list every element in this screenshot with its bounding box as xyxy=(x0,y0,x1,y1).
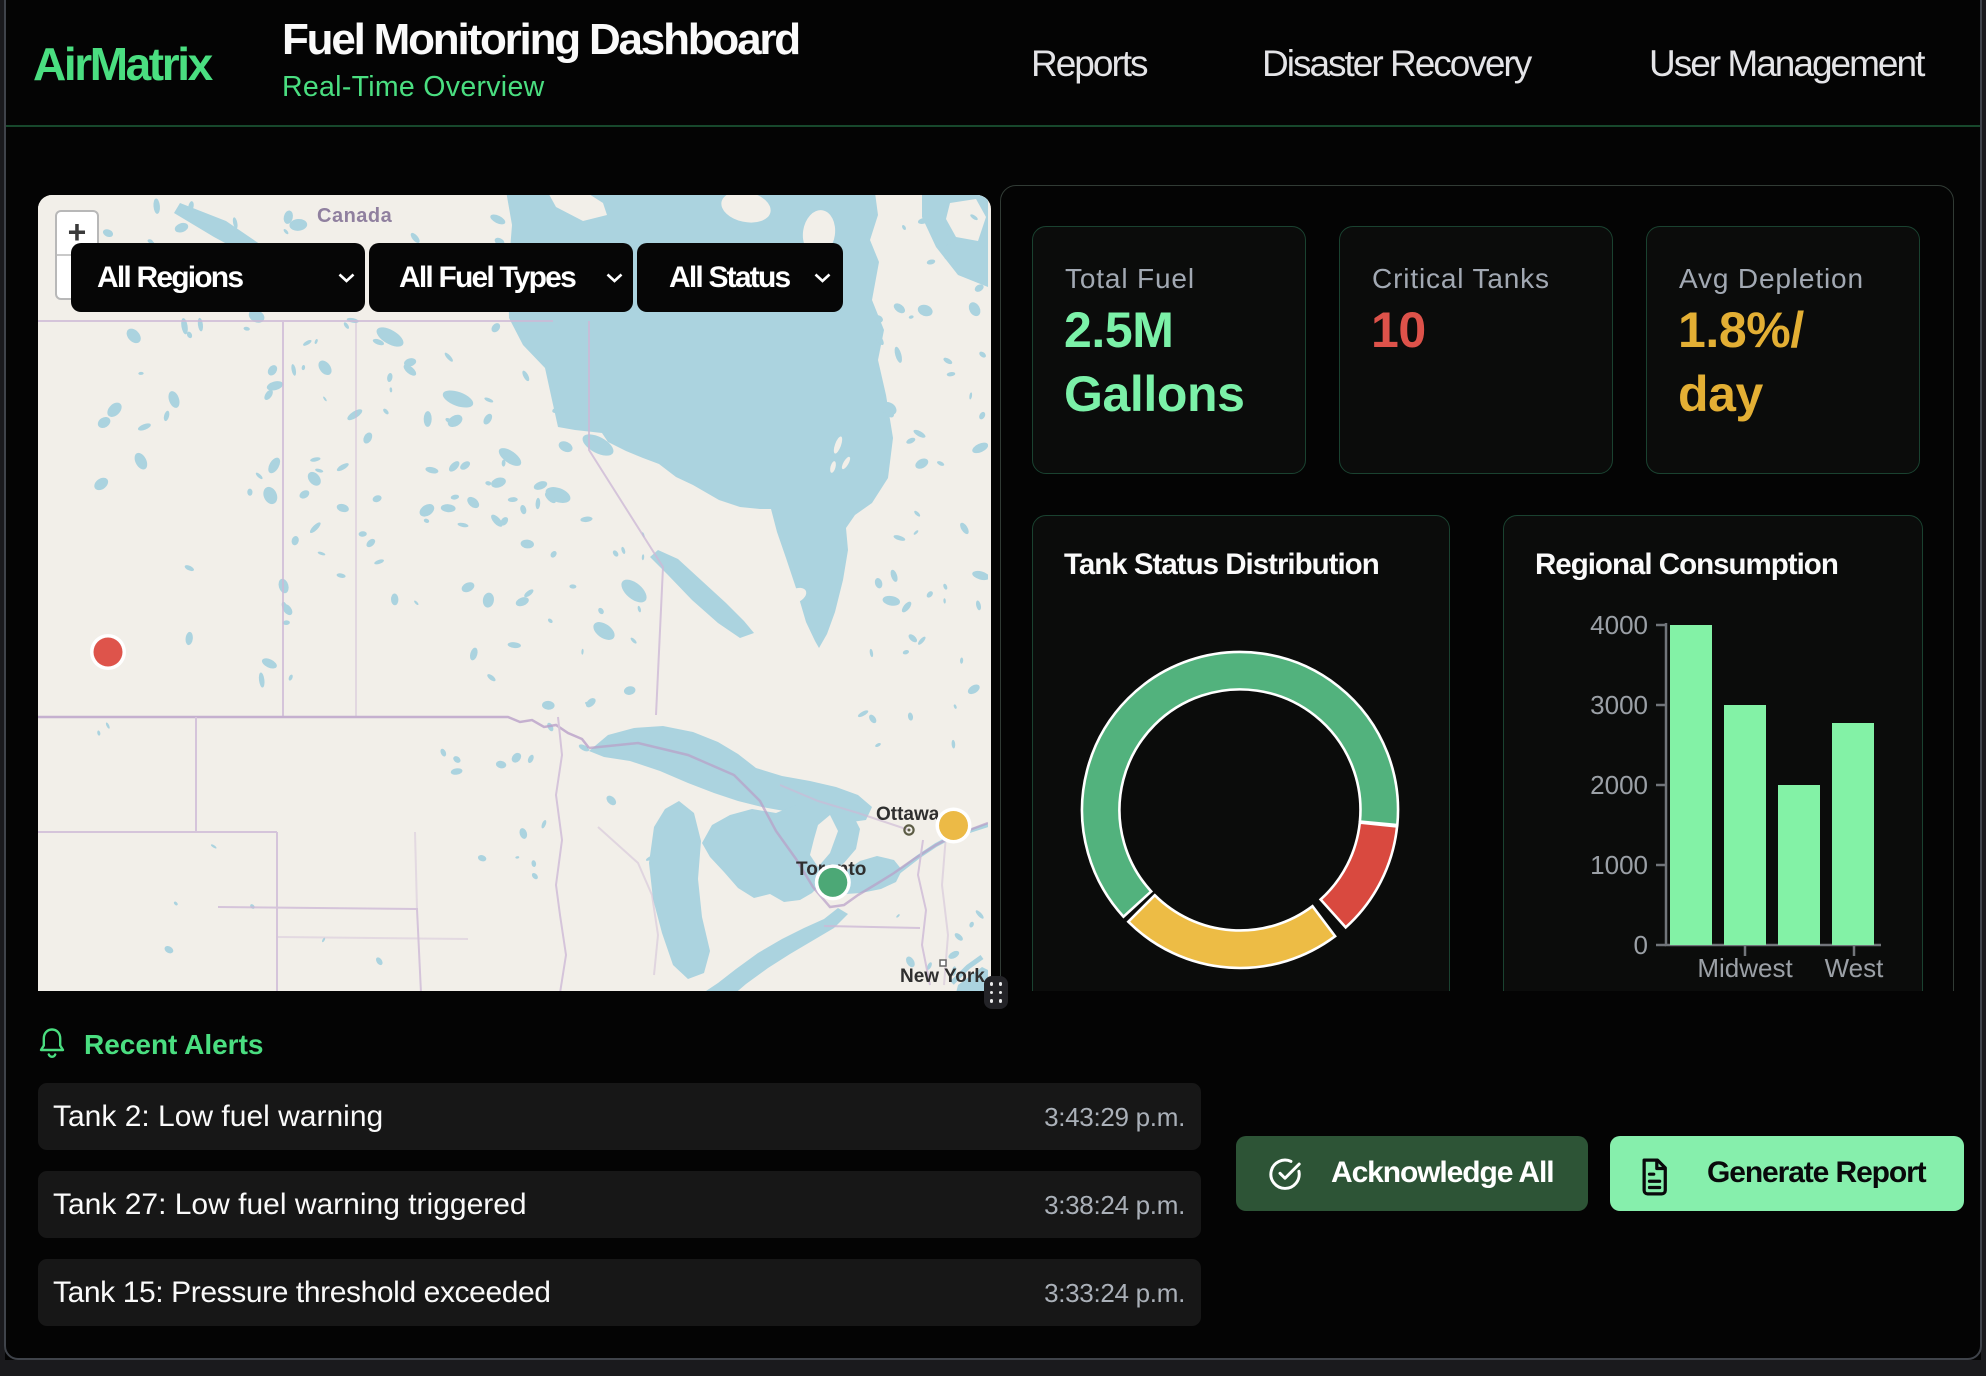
svg-text:3000: 3000 xyxy=(1590,690,1648,720)
svg-text:4000: 4000 xyxy=(1590,610,1648,640)
svg-text:2000: 2000 xyxy=(1590,770,1648,800)
svg-text:Midwest: Midwest xyxy=(1697,953,1793,983)
svg-text:West: West xyxy=(1825,953,1885,983)
svg-text:0: 0 xyxy=(1634,930,1648,960)
svg-text:1000: 1000 xyxy=(1590,850,1648,880)
